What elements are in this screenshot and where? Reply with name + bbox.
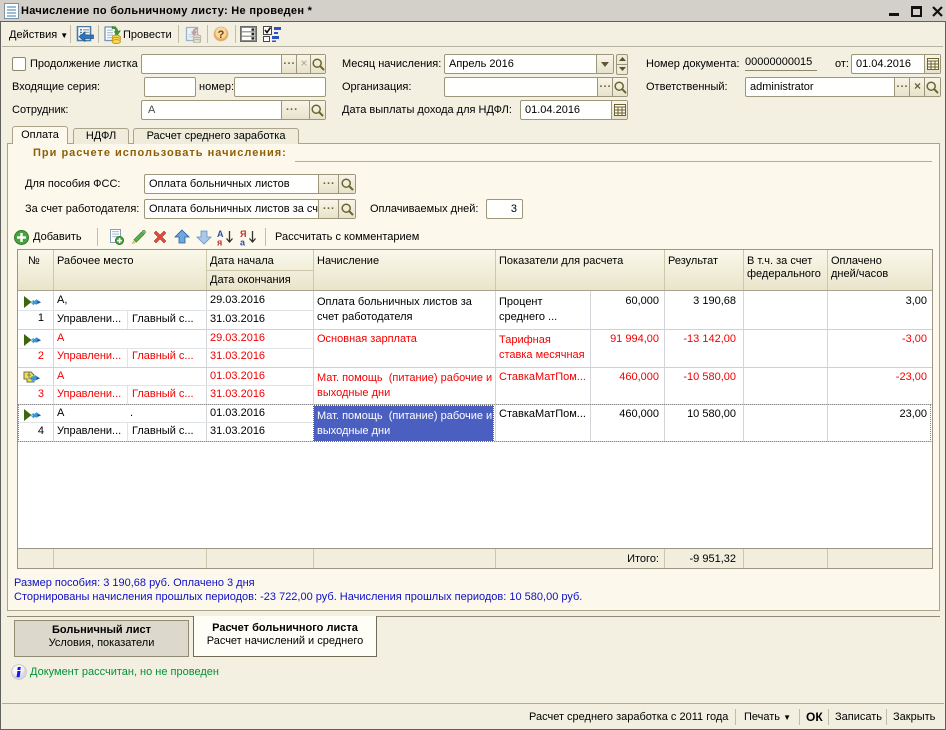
svg-text:?: ?: [218, 29, 225, 41]
svg-text:я: я: [217, 238, 222, 247]
